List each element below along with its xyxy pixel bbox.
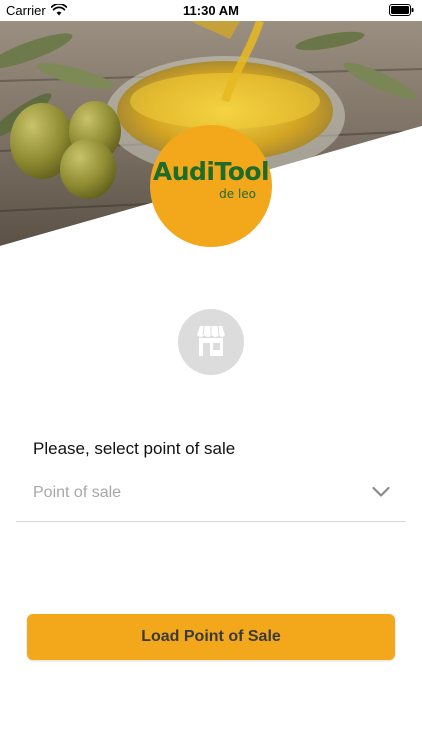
point-of-sale-select[interactable]: Point of sale (16, 472, 406, 522)
app-logo: AudiTool de leo (150, 125, 272, 247)
status-bar: Carrier 11:30 AM (0, 0, 422, 21)
select-label: Please, select point of sale (33, 439, 236, 458)
load-point-of-sale-button[interactable]: Load Point of Sale (27, 614, 395, 660)
select-placeholder: Point of sale (33, 484, 122, 501)
logo-subtitle: de leo (219, 187, 256, 201)
status-time: 11:30 AM (183, 3, 239, 18)
screen: Carrier 11:30 AM AudiTool de leo Please,… (0, 0, 422, 750)
logo-title: AudiTool (152, 157, 270, 186)
chevron-down-icon[interactable] (372, 486, 390, 498)
battery-icon (389, 4, 414, 16)
store-glyph-icon (197, 325, 225, 356)
store-icon (178, 309, 244, 375)
